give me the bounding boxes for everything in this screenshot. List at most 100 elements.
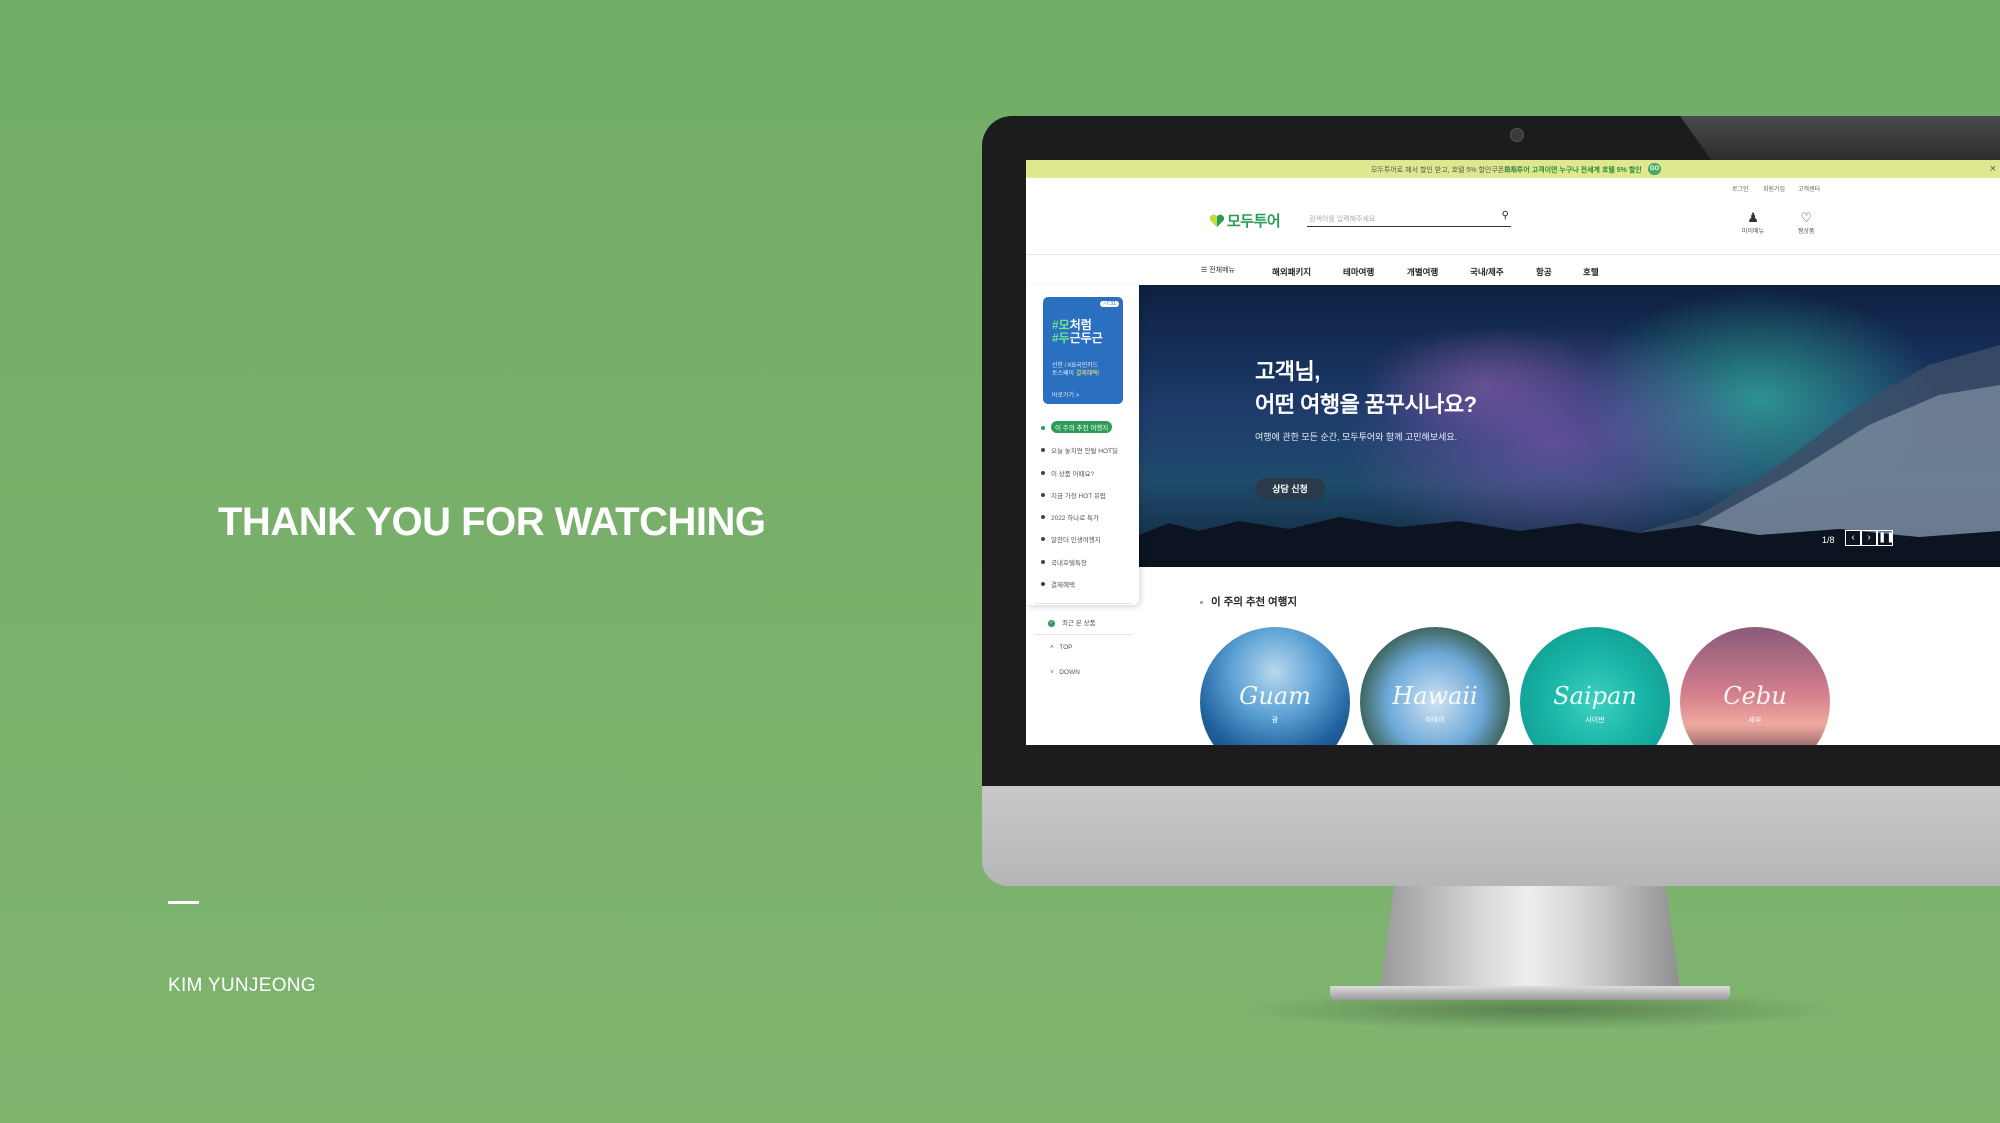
nav-item-hotel[interactable]: 호텔 [1583,266,1599,278]
sidebar-item-label: 알찬더 인생여행지 [1051,537,1101,545]
sidebar-item-label: 국내호텔특장 [1051,559,1087,567]
promo-text: 모두투어로 혜서 할인 받고, 호텔 5% 할인쿠폰까지! [1371,167,1520,174]
scroll-down-label: DOWN [1059,669,1080,676]
hero-mountain-silhouette [1139,345,2000,567]
promo-card-more-link[interactable]: 바로가기 > [1052,390,1079,399]
bullet-icon [1041,537,1045,542]
hamburger-icon: ☰ [1201,267,1208,274]
quick-sidebar: ~7.31 #모처럼 #두근두근 신한 / KB국민카드 토스페이 결제혜택! … [1026,285,1139,676]
hero-heading-line1: 고객님, [1255,359,1320,384]
bullet-icon [1041,448,1045,453]
hero-pager: 1/8 [1822,535,1835,545]
wishlist-button[interactable]: ♡ 찜상품 [1798,210,1815,235]
sidebar-menu: 이 주의 추천 여행지 오늘 놓치면 안될 HOT딜 이 상품 어때요? 지금 … [1041,421,1136,601]
all-menu-button[interactable]: ☰ 전체메뉴 [1201,265,1235,275]
section-title-text: 이 주의 추천 여행지 [1211,596,1298,608]
sidebar-divider [1034,634,1132,635]
promo-card-title-mark-b: #두 [1052,331,1070,345]
sidebar-item-weekly-recommend[interactable]: 이 주의 추천 여행지 [1041,421,1136,445]
sidebar-item-domestic-hotel[interactable]: 국내호텔특장 [1041,557,1136,579]
nav-item-domestic-jeju[interactable]: 국내/제주 [1470,266,1504,278]
destination-name: 괌 [1271,717,1279,724]
destination-card-guam[interactable]: Guam 괌 [1200,627,1350,745]
chevron-left-icon[interactable]: ‹ [1845,530,1861,546]
destination-script: Guam [1239,682,1311,710]
sidebar-item-hot-deal[interactable]: 오늘 놓치면 안될 HOT딜 [1041,445,1136,467]
bullet-icon [1041,559,1045,564]
search-placeholder: 검색어를 입력해주세요 [1309,216,1376,223]
bullet-icon [1041,492,1045,497]
promo-card-title: #모처럼 #두근두근 [1052,319,1103,345]
recent-products-button[interactable]: ✓ 최근 본 상품 [1048,617,1096,627]
promo-highlight[interactable]: 모두투어 고객이면 누구나 전세계 호텔 5% 할인 [1504,165,1642,175]
hero-heading-line2: 어떤 여행을 꿈꾸시나요? [1255,392,1477,417]
hero-banner[interactable]: 고객님, 어떤 여행을 꿈꾸시나요? 여행에 관한 모든 순간, 모두투어와 함… [1139,285,2000,567]
user-icon: ♟ [1747,210,1759,225]
signup-link[interactable]: 회원가입 [1763,184,1785,193]
author-name: KIM YUNJEONG [168,975,316,996]
scroll-top-button[interactable]: ˄ TOP [1050,644,1072,651]
destination-name: 사이판 [1585,717,1605,724]
destination-script: Hawaii [1392,682,1478,710]
sidebar-item-special-2022[interactable]: 2022 하나로 특가 [1041,512,1136,534]
sidebar-item-label: 지금 가장 HOT 유럽 [1051,492,1106,500]
slide-headline: THANK YOU FOR WATCHING [218,500,766,544]
sidebar-item-label: 결제혜택 [1051,582,1075,590]
pause-icon[interactable]: ❚❚ [1877,530,1895,546]
hero-subtitle: 여행에 관한 모든 순간, 모두투어와 함께 고민해보세요. [1255,432,1458,442]
accent-dash [168,901,199,904]
all-menu-label: 전체메뉴 [1209,267,1235,274]
nav-item-theme-travel[interactable]: 테마여행 [1343,266,1374,278]
bullet-icon [1041,515,1045,520]
my-menu-label: 마이메뉴 [1742,229,1765,235]
promo-card-title-mark-a: #모 [1052,318,1070,332]
promo-card-desc-line1: 신한 / KB국민카드 [1052,363,1099,369]
search-icon[interactable]: ⚲ [1502,210,1509,221]
promo-go-button[interactable]: GO [1648,163,1661,175]
check-circle-icon: ✓ [1048,619,1055,627]
destination-name: 세부 [1748,717,1762,724]
destination-card-cebu[interactable]: Cebu 세부 [1680,627,1830,745]
sidebar-item-label: 오늘 놓치면 안될 HOT딜 [1051,448,1118,456]
bullet-icon [1041,470,1045,475]
website-screen: 모두투어로 혜서 할인 받고, 호텔 5% 할인쿠폰까지! 모두투어 고객이면 … [1026,160,2000,745]
sidebar-promo-card[interactable]: ~7.31 #모처럼 #두근두근 신한 / KB국민카드 토스페이 결제혜택! … [1043,297,1123,404]
monitor-chin [982,786,2000,886]
destination-script: Cebu [1723,682,1787,710]
sidebar-item-payment-benefit[interactable]: 결제혜택 [1041,579,1136,601]
nav-item-flight[interactable]: 항공 [1536,266,1552,278]
destination-card-saipan[interactable]: Saipan 사이판 [1520,627,1670,745]
wishlist-label: 찜상품 [1798,229,1815,235]
promo-card-desc-highlight: 결제혜택! [1075,371,1100,377]
bezel-reflection [1680,116,2000,162]
sidebar-item-suggest[interactable]: 이 상품 어때요? [1041,468,1136,490]
bullet-icon [1200,600,1203,604]
promo-card-period: ~7.31 [1100,301,1119,307]
main-nav: ☰ 전체메뉴 해외패키지 테마여행 개별여행 국내/제주 항공 호텔 [1026,255,2000,285]
login-link[interactable]: 로그인 [1732,184,1749,193]
my-menu-button[interactable]: ♟ 마이메뉴 [1742,210,1764,235]
chevron-right-icon[interactable]: › [1861,530,1877,546]
scroll-down-button[interactable]: ˅ DOWN [1050,669,1080,676]
close-icon[interactable]: × [1990,163,1996,175]
sidebar-item-life-travel[interactable]: 알찬더 인생여행지 [1041,534,1136,556]
destination-card-hawaii[interactable]: Hawaii 하와이 [1360,627,1510,745]
destination-script: Saipan [1553,682,1637,710]
sidebar-item-europe[interactable]: 지금 가장 HOT 유럽 [1041,490,1136,512]
sidebar-item-label: 이 상품 어때요? [1051,470,1095,478]
section-title: 이 주의 추천 여행지 [1200,594,1297,609]
customer-center-link[interactable]: 고객센터 [1798,184,1820,193]
nav-item-overseas-package[interactable]: 해외패키지 [1272,266,1311,278]
site-logo[interactable]: 모두투어 [1209,210,1281,231]
heart-icon: ♡ [1800,210,1813,225]
camera-icon [1510,128,1524,142]
promo-bar[interactable]: 모두투어로 혜서 할인 받고, 호텔 5% 할인쿠폰까지! 모두투어 고객이면 … [1026,160,2000,178]
consult-button[interactable]: 상담 신청 [1255,478,1325,500]
promo-card-title-rest-b: 근두근 [1069,331,1103,345]
search-input[interactable]: 검색어를 입력해주세요 ⚲ [1307,210,1511,227]
promo-card-title-rest-a: 처럼 [1069,318,1092,332]
bullet-icon [1041,582,1045,587]
heart-logo-icon [1209,214,1225,227]
hero-heading: 고객님, 어떤 여행을 꿈꾸시나요? [1255,355,1477,421]
nav-item-individual-travel[interactable]: 개별여행 [1407,266,1438,278]
